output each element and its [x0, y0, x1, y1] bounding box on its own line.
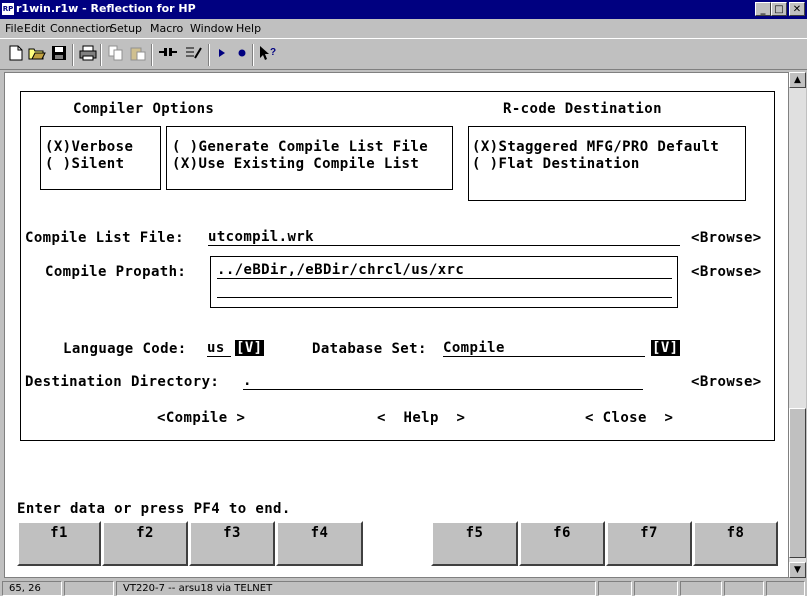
status-cell-blank: [680, 581, 722, 596]
close-window-button[interactable]: ✕: [789, 2, 805, 16]
print-icon[interactable]: [78, 45, 98, 65]
compile-propath-label: Compile Propath:: [45, 264, 187, 280]
function-key-f1[interactable]: f1: [17, 521, 101, 566]
scroll-up-button[interactable]: ▲: [789, 72, 806, 88]
compile-list-file-field[interactable]: utcompil.wrk: [208, 229, 680, 246]
function-key-f3[interactable]: f3: [189, 521, 275, 566]
language-code-field[interactable]: us: [207, 340, 231, 357]
new-icon[interactable]: [6, 45, 26, 65]
window-title: r1win.r1w - Reflection for HP: [16, 2, 196, 15]
status-cell-blank: [634, 581, 678, 596]
destination-directory-field[interactable]: .: [243, 373, 643, 390]
language-code-label: Language Code:: [63, 341, 187, 357]
compile-list-file-value: utcompil.wrk: [208, 229, 314, 245]
menu-file[interactable]: File: [5, 22, 23, 35]
svg-text:?: ?: [270, 47, 276, 58]
terminal-screen[interactable]: Compiler Options R-code Destination (X)V…: [4, 72, 789, 578]
status-cell-blank: [64, 581, 114, 596]
compile-list-file-label: Compile List File:: [25, 230, 184, 246]
destination-directory-value: .: [243, 373, 252, 389]
toolbar-separator: [100, 44, 102, 66]
status-cell-blank: [724, 581, 764, 596]
close-button[interactable]: < Close >: [585, 410, 673, 426]
verbose-option[interactable]: (X)Verbose: [45, 139, 133, 155]
status-cell-blank: [598, 581, 632, 596]
language-code-value: us: [207, 340, 225, 356]
context-help-icon[interactable]: ?: [258, 45, 278, 65]
save-icon[interactable]: [49, 45, 69, 65]
compile-propath-value: ../eBDir,/eBDir/chrcl/us/xrc: [217, 262, 465, 278]
flat-destination-option[interactable]: ( )Flat Destination: [472, 156, 640, 172]
maximize-button[interactable]: □: [771, 2, 787, 16]
cursor-position: 65, 26: [2, 581, 62, 596]
scrollbar-thumb[interactable]: [789, 408, 806, 558]
toolbar-separator: [72, 44, 74, 66]
function-key-f2[interactable]: f2: [102, 521, 188, 566]
open-icon[interactable]: [27, 45, 47, 65]
menu-connection[interactable]: Connection: [50, 22, 112, 35]
scroll-down-button[interactable]: ▼: [789, 562, 806, 578]
size-grip[interactable]: [766, 581, 805, 596]
status-bar: 65, 26 VT220-7 -- arsu18 via TELNET: [0, 579, 807, 596]
minimize-button[interactable]: _: [755, 2, 771, 16]
compiler-options-heading: Compiler Options: [73, 101, 215, 117]
browse-destination-button[interactable]: <Browse>: [691, 374, 762, 390]
app-icon[interactable]: RP: [2, 3, 14, 15]
database-set-field[interactable]: Compile: [443, 340, 645, 357]
toolbar-separator: [208, 44, 210, 66]
menu-bar: File Edit Connection Setup Macro Window …: [0, 19, 807, 37]
compile-button[interactable]: <Compile >: [157, 410, 245, 426]
silent-option[interactable]: ( )Silent: [45, 156, 124, 172]
function-key-f8[interactable]: f8: [693, 521, 778, 566]
play-macro-icon[interactable]: [212, 45, 232, 65]
title-bar: RP r1win.r1w - Reflection for HP _ □ ✕: [0, 0, 807, 19]
database-set-value: Compile: [443, 340, 505, 356]
connection-status: VT220-7 -- arsu18 via TELNET: [116, 581, 596, 596]
function-key-f7[interactable]: f7: [606, 521, 692, 566]
menu-help[interactable]: Help: [236, 22, 261, 35]
toolbar-separator: [252, 44, 254, 66]
transfer-icon[interactable]: [184, 45, 204, 65]
generate-compile-list-option[interactable]: ( )Generate Compile List File: [172, 139, 428, 155]
connect-icon[interactable]: [158, 45, 178, 65]
staggered-default-option[interactable]: (X)Staggered MFG/PRO Default: [472, 139, 719, 155]
menu-window[interactable]: Window: [190, 22, 233, 35]
compile-propath-line-2[interactable]: [217, 281, 672, 298]
rcode-destination-heading: R-code Destination: [503, 101, 662, 117]
compile-propath-box[interactable]: ../eBDir,/eBDir/chrcl/us/xrc: [210, 256, 678, 308]
record-macro-icon[interactable]: [232, 45, 252, 65]
menu-setup[interactable]: Setup: [110, 22, 142, 35]
compile-propath-line-1[interactable]: ../eBDir,/eBDir/chrcl/us/xrc: [217, 262, 672, 279]
browse-compile-list-button[interactable]: <Browse>: [691, 230, 762, 246]
status-message: Enter data or press PF4 to end.: [17, 501, 291, 517]
destination-directory-label: Destination Directory:: [25, 374, 220, 390]
toolbar-separator: [151, 44, 153, 66]
database-set-lookup-button[interactable]: [V]: [651, 340, 680, 356]
function-key-f5[interactable]: f5: [431, 521, 518, 566]
use-compile-list-option[interactable]: (X)Use Existing Compile List: [172, 156, 419, 172]
paste-icon[interactable]: [128, 45, 148, 65]
browse-propath-button[interactable]: <Browse>: [691, 264, 762, 280]
vertical-scrollbar[interactable]: ▲ ▼: [789, 72, 806, 578]
help-button[interactable]: < Help >: [377, 410, 465, 426]
language-code-lookup-button[interactable]: [V]: [235, 340, 264, 356]
toolbar: ?: [0, 38, 807, 70]
database-set-label: Database Set:: [312, 341, 427, 357]
function-key-f6[interactable]: f6: [519, 521, 605, 566]
menu-macro[interactable]: Macro: [150, 22, 183, 35]
menu-edit[interactable]: Edit: [24, 22, 45, 35]
copy-icon[interactable]: [106, 45, 126, 65]
function-key-f4[interactable]: f4: [276, 521, 363, 566]
